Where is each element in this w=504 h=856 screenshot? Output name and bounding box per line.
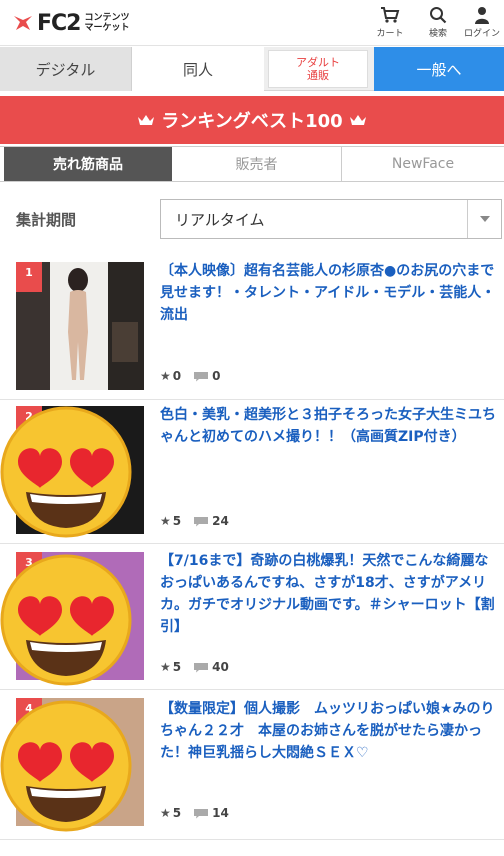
ranking-sub-tabs: 売れ筋商品 販売者 NewFace xyxy=(0,146,504,182)
logo-subtitle: コンテンツ マーケット xyxy=(84,13,130,33)
heart-eyes-emoji xyxy=(0,406,132,538)
star-count: 0 xyxy=(172,369,182,383)
login-button[interactable]: ログイン xyxy=(462,6,502,39)
item-title-link[interactable]: 色白・美乳・超美形と３拍子そろった女子大生ミユちゃんと初めてのハメ撮り！！（高画… xyxy=(160,404,496,448)
cart-button[interactable]: カート xyxy=(370,6,410,39)
item-title-link[interactable]: 〔本人映像〕超有名芸能人の杉原杏●のお尻の穴まで見せます！・タレント・アイドル・… xyxy=(160,260,496,326)
adult-shop-label-line1: アダルト xyxy=(296,56,340,69)
logo-text: FC2 xyxy=(37,10,81,36)
period-select[interactable]: リアルタイム xyxy=(160,199,502,239)
tab-best-selling[interactable]: 売れ筋商品 xyxy=(4,147,172,181)
comment-icon xyxy=(194,662,209,672)
ranking-item[interactable]: 3 【7/16まで】奇跡の白桃爆乳！天然でこんな綺麗なおっぱいあるんですね、さす… xyxy=(0,544,504,690)
ranking-item[interactable]: 1 〔本人映像〕超有名芸能人の杉原杏●のお尻の穴まで見せます！・タレント・アイド… xyxy=(0,252,504,400)
comment-count: 14 xyxy=(212,806,229,820)
tab-seller[interactable]: 販売者 xyxy=(172,147,342,181)
ranking-item[interactable]: 2 色白・美乳・超美形と３拍子そろった女子大生ミユちゃんと初めてのハメ撮り！！（… xyxy=(0,400,504,544)
star-count: 5 xyxy=(172,660,182,674)
item-meta: ★ 0 0 xyxy=(160,369,220,383)
star-icon: ★ xyxy=(160,514,171,528)
search-label: 検索 xyxy=(428,29,447,39)
comment-icon xyxy=(194,516,209,526)
user-icon xyxy=(475,7,489,24)
rank-badge: 1 xyxy=(16,262,42,292)
ranking-title: ランキングベスト100 xyxy=(161,111,343,132)
login-label: ログイン xyxy=(463,29,500,39)
item-title-link[interactable]: 【7/16まで】奇跡の白桃爆乳！天然でこんな綺麗なおっぱいあるんですね、さすが1… xyxy=(160,550,496,638)
comment-count: 24 xyxy=(212,514,229,528)
tab-newface[interactable]: NewFace xyxy=(342,147,504,181)
tab-doujin[interactable]: 同人 xyxy=(132,47,264,91)
adult-shop-label-line2: 通販 xyxy=(307,69,329,82)
crown-icon xyxy=(349,115,366,125)
item-title-link[interactable]: 【数量限定】個人撮影 ムッツリおっぱい娘★みのりちゃん２２才 本屋のお姉さんを脱… xyxy=(160,698,496,764)
search-button[interactable]: 検索 xyxy=(418,6,458,39)
general-button[interactable]: 一般へ xyxy=(374,47,504,91)
star-count: 5 xyxy=(172,806,182,820)
cart-icon xyxy=(381,7,400,23)
cart-label: カート xyxy=(376,29,404,39)
fc2-logo[interactable]: FC2 コンテンツ マーケット xyxy=(12,8,130,38)
search-icon xyxy=(430,7,447,24)
star-icon: ★ xyxy=(160,369,171,383)
heart-eyes-emoji xyxy=(0,700,132,832)
star-icon: ★ xyxy=(160,660,171,674)
item-meta: ★ 5 40 xyxy=(160,660,229,674)
comment-icon xyxy=(194,371,209,381)
ranking-banner: ランキングベスト100 xyxy=(0,96,504,144)
site-header: FC2 コンテンツ マーケット カート 検索 ログイン xyxy=(0,0,504,46)
item-thumbnail[interactable]: 1 xyxy=(16,262,144,390)
tab-adult-shop[interactable]: アダルト 通販 xyxy=(268,50,368,88)
comment-icon xyxy=(194,808,209,818)
star-count: 5 xyxy=(172,514,182,528)
comment-count: 0 xyxy=(212,369,221,383)
tab-digital[interactable]: デジタル xyxy=(0,47,132,91)
ranking-item[interactable]: 4 【数量限定】個人撮影 ムッツリおっぱい娘★みのりちゃん２２才 本屋のお姉さん… xyxy=(0,690,504,840)
category-tabs: デジタル 同人 アダルト 通販 一般へ xyxy=(0,47,504,91)
comment-count: 40 xyxy=(212,660,229,674)
fc2-fox-icon xyxy=(14,16,32,30)
dropdown-caret-icon xyxy=(467,200,501,238)
star-icon: ★ xyxy=(160,806,171,820)
item-meta: ★ 5 14 xyxy=(160,806,229,820)
heart-eyes-emoji xyxy=(0,554,132,686)
period-label: 集計期間 xyxy=(16,211,77,229)
item-meta: ★ 5 24 xyxy=(160,514,229,528)
period-selected-value: リアルタイム xyxy=(175,210,265,229)
crown-icon xyxy=(138,115,155,125)
